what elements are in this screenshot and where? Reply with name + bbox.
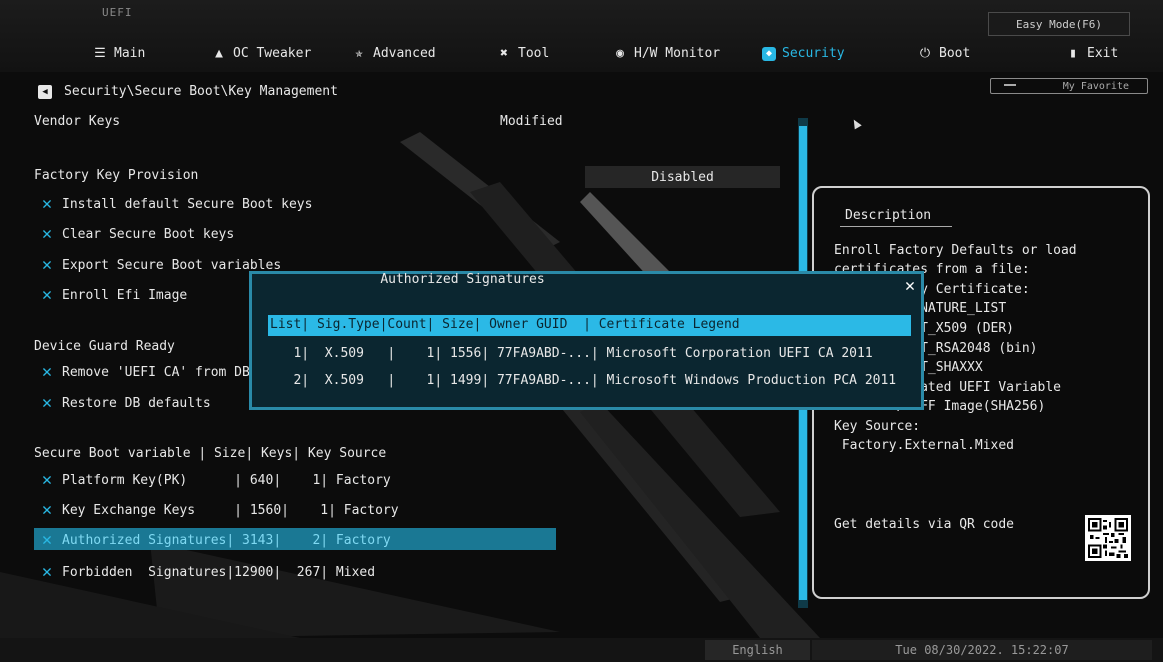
tools-icon: ✕ [41, 285, 53, 305]
brand-logo: UEFI [102, 6, 133, 19]
mouse-cursor-icon [850, 117, 862, 130]
back-arrow-icon[interactable]: ◀ [38, 84, 52, 99]
tools-icon: ✕ [41, 224, 53, 244]
action-install-default-keys[interactable]: ✕ Install default Secure Boot keys [38, 194, 313, 214]
my-favorite-button[interactable]: My Favorite [990, 78, 1148, 94]
vendor-keys-value: Modified [500, 114, 563, 129]
tab-label: Main [114, 46, 146, 61]
action-clear-keys[interactable]: ✕ Clear Secure Boot keys [38, 224, 234, 244]
dialog-table-row[interactable]: 2| X.509 | 1| 1499| 77FA9ABD-...| Micros… [270, 373, 896, 388]
breadcrumb: ◀ Security\Secure Boot\Key Management [38, 84, 338, 99]
easy-mode-button[interactable]: Easy Mode(F6) [988, 12, 1130, 36]
description-line: Key Source: [834, 419, 921, 434]
tools-icon: ✕ [41, 393, 53, 413]
tools-icon: ✕ [41, 500, 53, 520]
tab-exit[interactable]: ▮ Exit [1065, 46, 1118, 61]
row-text: Forbidden Signatures|12900| 267| Mixed [62, 564, 376, 580]
tab-boot[interactable]: ⏻ Boot [917, 46, 970, 61]
tools-icon: ✕ [41, 530, 53, 550]
secure-boot-table-header: Secure Boot variable | Size| Keys| Key S… [34, 446, 387, 461]
tab-tool[interactable]: ✖ Tool [496, 46, 549, 61]
description-line: Enroll Factory Defaults or load [834, 243, 1077, 258]
tools-icon: ✕ [41, 362, 53, 382]
dialog-table-row[interactable]: 1| X.509 | 1| 1556| 77FA9ABD-...| Micros… [270, 346, 872, 361]
tab-label: Exit [1087, 46, 1119, 61]
tools-icon: ✕ [41, 470, 53, 490]
secure-boot-row-db[interactable]: ✕ Authorized Signatures| 3143| 2| Factory [38, 530, 391, 550]
action-label: Remove 'UEFI CA' from DB [62, 364, 250, 380]
tab-label: Advanced [373, 46, 436, 61]
datetime-display: Tue 08/30/2022. 15:22:07 [812, 640, 1152, 660]
action-label: Clear Secure Boot keys [62, 226, 235, 242]
tab-label: OC Tweaker [233, 46, 312, 61]
action-label: Install default Secure Boot keys [62, 196, 313, 212]
list-icon: ☰ [94, 46, 106, 61]
row-text: Key Exchange Keys | 1560| 1| Factory [62, 502, 399, 518]
tools-icon: ✕ [41, 562, 53, 582]
description-underline [840, 226, 952, 227]
qr-code [1085, 515, 1131, 561]
rocket-icon: ▲ [215, 46, 223, 61]
power-icon: ⏻ [919, 46, 931, 61]
close-icon[interactable]: ✕ [900, 276, 920, 296]
language-button[interactable]: English [705, 640, 810, 660]
top-bar [0, 0, 1163, 72]
tab-main[interactable]: ☰ Main [92, 46, 145, 61]
row-text: Platform Key(PK) | 640| 1| Factory [62, 472, 391, 488]
tab-oc-tweaker[interactable]: ▲ OC Tweaker [211, 46, 311, 61]
secure-boot-row-pk[interactable]: ✕ Platform Key(PK) | 640| 1| Factory [38, 470, 391, 490]
description-line: Factory.External.Mixed [834, 438, 1015, 453]
factory-key-provision-label: Factory Key Provision [34, 168, 199, 183]
device-guard-label: Device Guard Ready [34, 339, 175, 354]
action-label: Enroll Efi Image [62, 287, 188, 303]
tab-advanced[interactable]: ✯ Advanced [351, 46, 436, 61]
vendor-keys-label: Vendor Keys [34, 114, 121, 129]
factory-key-provision-select[interactable]: Disabled [585, 166, 780, 188]
authorized-signatures-dialog [249, 271, 924, 410]
qr-caption: Get details via QR code [834, 517, 1015, 532]
monitor-icon: ◉ [616, 46, 624, 61]
action-enroll-efi-image[interactable]: ✕ Enroll Efi Image [38, 285, 187, 305]
row-text: Authorized Signatures| 3143| 2| Factory [62, 532, 391, 548]
secure-boot-row-kek[interactable]: ✕ Key Exchange Keys | 1560| 1| Factory [38, 500, 399, 520]
action-restore-db-defaults[interactable]: ✕ Restore DB defaults [38, 393, 211, 413]
breadcrumb-path: Security\Secure Boot\Key Management [64, 84, 338, 99]
secure-boot-row-dbx[interactable]: ✕ Forbidden Signatures|12900| 267| Mixed [38, 562, 375, 582]
action-remove-uefi-ca[interactable]: ✕ Remove 'UEFI CA' from DB [38, 362, 250, 382]
dialog-table-header: List| Sig.Type|Count| Size| Owner GUID |… [270, 317, 740, 332]
shield-icon: ◆ [762, 46, 776, 61]
tab-label: Tool [518, 46, 550, 61]
tools-icon: ✖ [500, 46, 508, 61]
dialog-title: Authorized Signatures [380, 272, 545, 287]
tab-label: H/W Monitor [634, 46, 721, 61]
tab-security[interactable]: ◆ Security [762, 46, 845, 61]
tab-hw-monitor[interactable]: ◉ H/W Monitor [612, 46, 720, 61]
star-icon: ✯ [355, 46, 363, 61]
tab-label: Security [782, 46, 845, 61]
tab-label: Boot [939, 46, 971, 61]
tools-icon: ✕ [41, 194, 53, 214]
description-title: Description [845, 208, 932, 223]
exit-icon: ▮ [1069, 46, 1077, 61]
action-label: Restore DB defaults [62, 395, 211, 411]
